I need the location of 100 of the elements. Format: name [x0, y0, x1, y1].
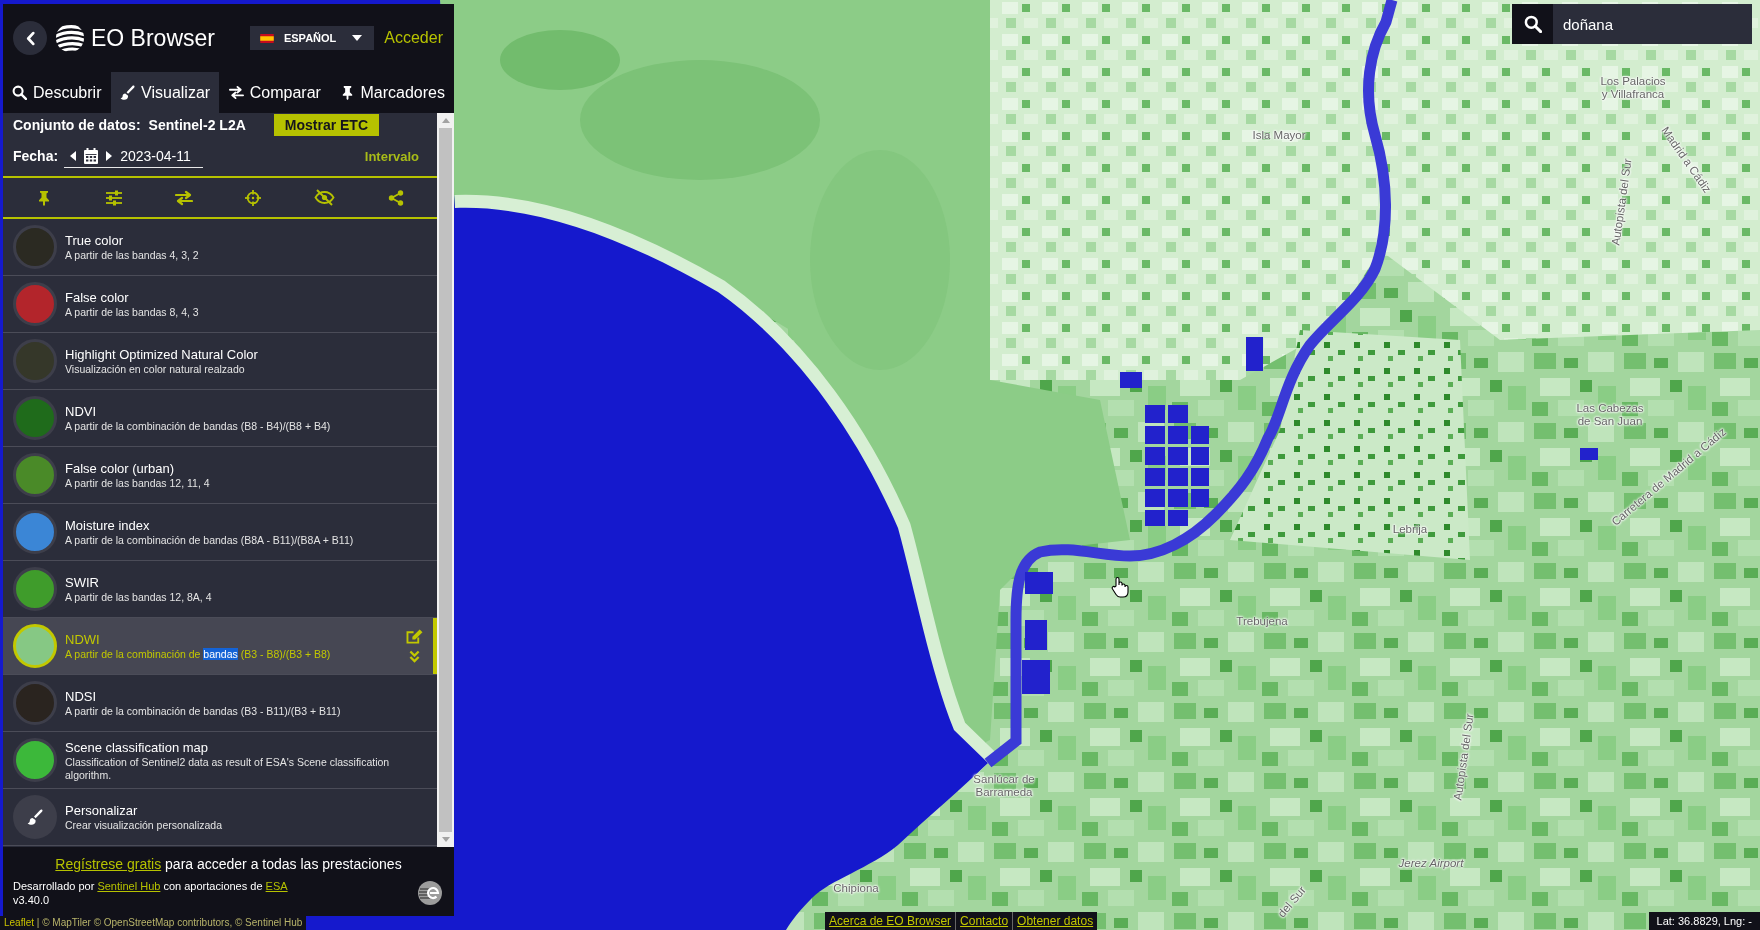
dataset-value: Sentinel-2 L2A — [148, 115, 246, 135]
layer-title: Scene classification map — [65, 738, 210, 756]
crosshair-icon[interactable] — [244, 189, 263, 206]
layer-item[interactable]: Personalizar Crear visualización personalizada — [3, 789, 437, 846]
logo-icon — [55, 23, 85, 53]
calendar-icon[interactable] — [84, 148, 99, 164]
tab[interactable]: Descubrir — [3, 72, 111, 113]
water-pond — [1168, 426, 1188, 444]
layer-item[interactable]: NDWI A partir de la combinación de bandas (B3 - B8)/(B3 + B8) — [3, 618, 437, 675]
credit-link[interactable]: Sentinel Hub — [97, 880, 161, 892]
search-button[interactable] — [1512, 4, 1553, 44]
water-pond — [1145, 489, 1165, 507]
water-pond — [1191, 447, 1209, 465]
layer-item[interactable]: NDVI A partir de la combinación de bandas (B8 - B4)/(B8 + B4) — [3, 390, 437, 447]
signup-link[interactable]: Regístrese gratis — [55, 856, 162, 872]
layer-item[interactable]: Scene classification map Classification of Sentinel2 data as result of ESA's Scene classification algorithm. — [3, 732, 437, 789]
map-label: Los Palacios y Villafranca — [1599, 75, 1667, 101]
layer-description: A partir de las bandas 12, 11, 4 — [65, 477, 211, 490]
signup-text: Regístrese gratis para acceder a todas las prestaciones — [54, 855, 403, 873]
credits-text: Desarrollado por Sentinel Hub con aportaciones de ESA — [13, 879, 288, 893]
interval-link[interactable]: Intervalo — [364, 146, 419, 167]
edit-icon[interactable] — [406, 629, 423, 644]
water-pond — [1168, 489, 1188, 507]
layer-description: A partir de las bandas 12, 8A, 4 — [65, 591, 213, 604]
tab[interactable]: Visualizar — [111, 72, 220, 113]
double-chevron-down-icon[interactable] — [409, 650, 420, 663]
layer-title: Personalizar — [65, 802, 139, 819]
layer-title: NDWI — [65, 631, 101, 648]
sliders-icon[interactable] — [104, 189, 123, 206]
layer-description: Classification of Sentinel2 data as result of ESA's Scene classification algorithm. — [65, 755, 391, 782]
water-pond — [1025, 620, 1047, 650]
layer-title: True color — [65, 232, 125, 249]
footer-link[interactable]: Acerca de EO Browser — [825, 912, 956, 930]
caret-right-icon[interactable] — [106, 151, 113, 161]
search-field[interactable]: doñana — [1553, 4, 1752, 44]
map-label: del Sur — [1275, 883, 1309, 921]
caret-down-icon — [352, 35, 363, 41]
search-icon — [12, 85, 27, 100]
layer-item[interactable]: False color (urban) A partir de las bandas 12, 11, 4 — [3, 447, 437, 504]
water-pond — [1246, 337, 1263, 371]
layer-title: Highlight Optimized Natural Color — [65, 346, 259, 363]
water-pond — [1145, 405, 1165, 423]
swap-arrows-icon[interactable] — [174, 189, 193, 206]
credit-link[interactable]: ESA — [265, 880, 288, 892]
coordinates-text: Lat: 36.8829, Lng: - — [1648, 912, 1760, 930]
chevron-left-icon — [25, 30, 35, 46]
layer-item[interactable]: Highlight Optimized Natural Color Visualización en color natural realzado — [3, 333, 437, 390]
brush-icon — [120, 85, 136, 100]
tab[interactable]: Marcadores — [330, 72, 454, 113]
layer-description: A partir de la combinación de bandas (B8 - B4)/(B8 + B4) — [65, 420, 332, 433]
dataset-label: Conjunto de datos: — [13, 115, 141, 135]
search-icon — [1523, 15, 1542, 33]
water-pond — [1145, 468, 1165, 486]
hand-cursor-icon — [1110, 576, 1130, 598]
layer-item[interactable]: NDSI A partir de la combinación de bandas (B3 - B11)/(B3 + B11) — [3, 675, 437, 732]
water-pond — [1580, 448, 1598, 460]
share-icon[interactable] — [387, 189, 406, 206]
water-pond — [1145, 447, 1165, 465]
footer-link[interactable]: Obtener datos — [1012, 912, 1098, 930]
tab[interactable]: Comparar — [219, 72, 330, 113]
scrollbar-thumb[interactable] — [439, 128, 452, 832]
layer-description: Visualización en color natural realzado — [65, 363, 246, 376]
layer-description: A partir de la combinación de bandas (B3 - B11)/(B3 + B11) — [65, 705, 342, 718]
layer-title: SWIR — [65, 574, 100, 591]
map-label: Jerez Airport — [1398, 856, 1464, 870]
layer-item[interactable]: Moisture index A partir de la combinación de bandas (B8A - B11)/(B8A + B11) — [3, 504, 437, 561]
back-button[interactable] — [13, 21, 47, 55]
layer-item[interactable]: False color A partir de las bandas 8, 4, 3 — [3, 276, 437, 333]
layer-description: A partir de las bandas 4, 3, 2 — [65, 249, 200, 262]
layer-title: NDSI — [65, 688, 98, 705]
water-pond — [1145, 510, 1165, 526]
version-text: v3.40.0 — [13, 893, 51, 907]
attribution-text: Leaflet | © MapTiler © OpenStreetMap contributors, © Sentinel Hub — [0, 916, 307, 930]
map-label: Lebrija — [1391, 522, 1429, 536]
layer-title: False color — [65, 289, 130, 306]
layer-description: Crear visualización personalizada — [65, 819, 223, 832]
date-label: Fecha: — [13, 147, 59, 166]
water-pond — [1120, 372, 1142, 388]
attribution-link[interactable]: Leaflet — [4, 917, 35, 928]
login-link[interactable]: Acceder — [384, 26, 443, 50]
layer-title: NDVI — [65, 403, 98, 420]
eye-slash-icon[interactable] — [314, 189, 336, 206]
footer-link[interactable]: Contacto — [955, 912, 1013, 930]
language-dropdown[interactable]: ESPAÑOL — [249, 26, 375, 50]
water-pond — [1191, 468, 1209, 486]
map-label: Autopista del Sur — [1609, 157, 1635, 247]
water-pond — [1168, 510, 1188, 526]
date-field[interactable]: 2023-04-11 — [64, 145, 204, 168]
swap-arrows-icon — [228, 85, 244, 100]
layer-description: A partir de la combinación de bandas (B8A - B11)/(B8A + B11) — [65, 534, 355, 547]
water-pond — [1191, 489, 1209, 507]
layer-item[interactable]: True color A partir de las bandas 4, 3, 2 — [3, 219, 437, 276]
water-pond — [1025, 572, 1053, 594]
water-pond — [1145, 426, 1165, 444]
water-pond — [1168, 468, 1188, 486]
scrollbar[interactable] — [437, 113, 454, 847]
caret-left-icon[interactable] — [70, 151, 77, 161]
map-label: Trebujena — [1235, 614, 1289, 628]
show-etc-button[interactable]: Mostrar ETC — [273, 114, 380, 136]
round-logo-icon — [418, 881, 442, 905]
